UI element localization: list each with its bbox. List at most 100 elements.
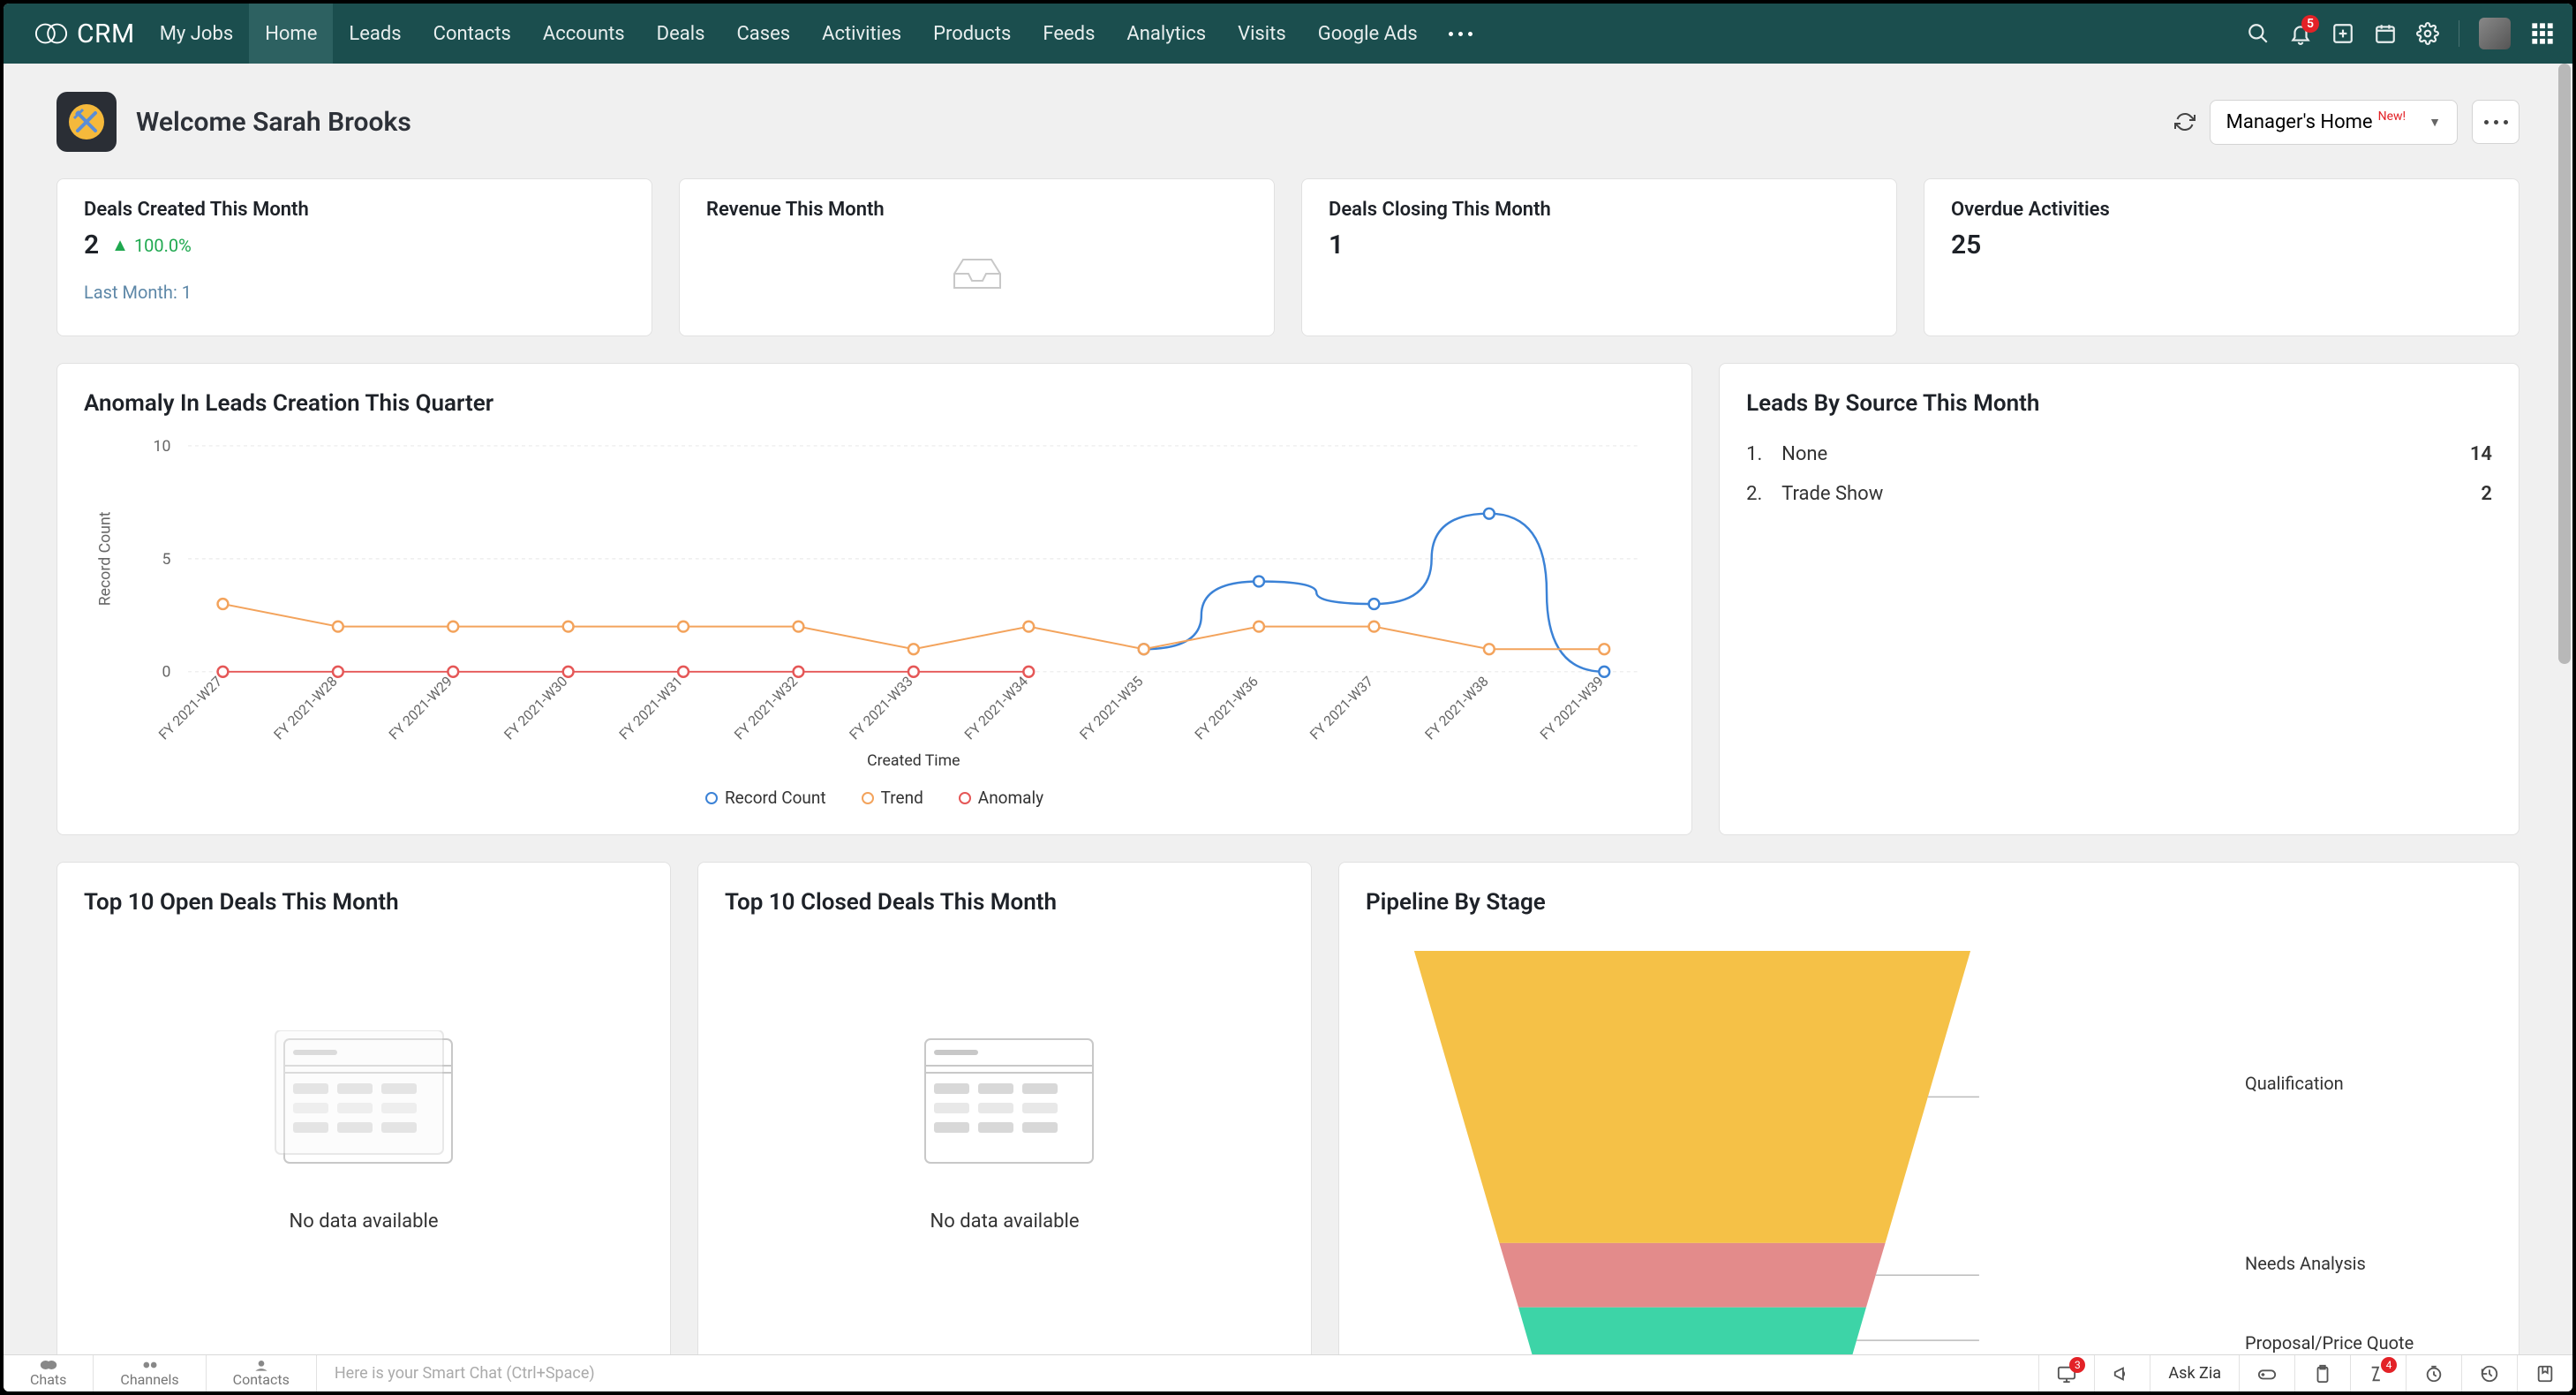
leads-row[interactable]: 1.None14 (1746, 434, 2492, 474)
card-title: Leads By Source This Month (1746, 390, 2492, 417)
bb-clipboard-icon[interactable] (2294, 1355, 2350, 1391)
card-title: Top 10 Closed Deals This Month (725, 889, 1057, 916)
anomaly-card: Anomaly In Leads Creation This Quarter 0… (56, 363, 1692, 835)
svg-text:Record Count: Record Count (97, 511, 115, 606)
svg-text:FY 2021-W29: FY 2021-W29 (386, 673, 456, 743)
funnel-chart[interactable]: Qualification Needs Analysis Proposal/Pric… (1366, 933, 2492, 1354)
no-data-text: No data available (290, 1210, 439, 1233)
svg-text:FY 2021-W34: FY 2021-W34 (961, 673, 1032, 743)
bb-channels[interactable]: Channels (94, 1355, 206, 1391)
bb-ask-zia[interactable]: Ask Zia (2150, 1355, 2239, 1391)
bb-zia-icon[interactable]: 4 (2350, 1355, 2406, 1391)
no-data-text: No data available (930, 1210, 1080, 1233)
svg-text:FY 2021-W37: FY 2021-W37 (1307, 673, 1377, 743)
legend-anomaly: Anomaly (959, 788, 1043, 808)
nav-feeds[interactable]: Feeds (1027, 4, 1111, 64)
smart-chat-hint[interactable]: Here is your Smart Chat (Ctrl+Space) (317, 1364, 613, 1383)
svg-text:FY 2021-W32: FY 2021-W32 (731, 673, 802, 743)
bb-history-icon[interactable] (2461, 1355, 2517, 1391)
page-title: Welcome Sarah Brooks (136, 107, 411, 138)
kpi-title: Revenue This Month (706, 199, 1247, 221)
bb-game-icon[interactable] (2239, 1355, 2294, 1391)
svg-text:FY 2021-W31: FY 2021-W31 (615, 673, 685, 743)
leads-source-card: Leads By Source This Month 1.None142.Tra… (1719, 363, 2520, 835)
kpi-value: 25 (1951, 230, 2492, 260)
kpi-deals-created[interactable]: Deals Created This Month 2 ▲ 100.0% Last… (56, 178, 652, 336)
home-selector[interactable]: Manager's Home New! ▼ (2210, 100, 2458, 145)
apps-icon[interactable] (2530, 21, 2555, 46)
brand-text: CRM (77, 19, 135, 49)
kpi-revenue[interactable]: Revenue This Month (679, 178, 1275, 336)
svg-text:FY 2021-W36: FY 2021-W36 (1191, 673, 1262, 743)
svg-text:FY 2021-W33: FY 2021-W33 (846, 673, 915, 743)
bb-announce-icon[interactable] (2094, 1355, 2150, 1391)
kpi-sub: Last Month: 1 (84, 282, 625, 303)
refresh-icon[interactable] (2174, 111, 2196, 132)
leads-row[interactable]: 2.Trade Show2 (1746, 474, 2492, 514)
kpi-overdue[interactable]: Overdue Activities 25 (1924, 178, 2520, 336)
nav-accounts[interactable]: Accounts (527, 4, 641, 64)
gear-icon[interactable] (2416, 22, 2439, 45)
add-icon[interactable] (2331, 22, 2354, 45)
nav-more[interactable] (1434, 4, 1488, 64)
empty-table-icon (908, 1030, 1102, 1172)
kpi-value: 2 (84, 230, 99, 260)
kpi-delta: ▲ 100.0% (111, 234, 192, 256)
kpi-title: Overdue Activities (1951, 199, 2492, 221)
bell-icon[interactable]: 5 (2289, 22, 2312, 45)
nav-home[interactable]: Home (249, 4, 333, 64)
logo-icon (34, 22, 68, 45)
calendar-icon[interactable] (2374, 22, 2397, 45)
nav-leads[interactable]: Leads (333, 4, 417, 64)
bb-bookmark-icon[interactable] (2517, 1355, 2572, 1391)
bb-badge: 3 (2069, 1357, 2085, 1373)
nav-products[interactable]: Products (917, 4, 1027, 64)
nav-cases[interactable]: Cases (720, 4, 806, 64)
svg-text:Created Time: Created Time (867, 752, 960, 770)
svg-text:0: 0 (162, 664, 170, 682)
svg-text:FY 2021-W35: FY 2021-W35 (1076, 673, 1147, 743)
svg-text:FY 2021-W28: FY 2021-W28 (270, 673, 340, 743)
card-title: Top 10 Open Deals This Month (84, 889, 399, 916)
funnel-stage-label: Needs Analysis (2245, 1253, 2366, 1274)
more-button[interactable] (2472, 100, 2520, 144)
nav-analytics[interactable]: Analytics (1111, 4, 1222, 64)
kpi-deals-closing[interactable]: Deals Closing This Month 1 (1301, 178, 1897, 336)
welcome-bar: Welcome Sarah Brooks Manager's Home New!… (4, 64, 2572, 178)
nav-googleads[interactable]: Google Ads (1302, 4, 1434, 64)
logo[interactable]: CRM (4, 19, 144, 49)
svg-text:FY 2021-W27: FY 2021-W27 (155, 673, 226, 743)
chart-legend: Record Count Trend Anomaly (84, 788, 1665, 808)
bb-contacts[interactable]: Contacts (207, 1355, 317, 1391)
nav-activities[interactable]: Activities (806, 4, 917, 64)
nav-myjobs[interactable]: My Jobs (144, 4, 249, 64)
legend-record-count: Record Count (705, 788, 826, 808)
new-tag: New! (2378, 109, 2407, 124)
welcome-icon (56, 92, 117, 152)
nav-deals[interactable]: Deals (641, 4, 721, 64)
top-nav: CRM My Jobs Home Leads Contacts Accounts… (4, 4, 2572, 64)
kpi-title: Deals Created This Month (84, 199, 625, 221)
bb-clock-icon[interactable] (2406, 1355, 2461, 1391)
svg-text:FY 2021-W30: FY 2021-W30 (501, 673, 570, 743)
avatar[interactable] (2479, 18, 2511, 49)
svg-text:10: 10 (154, 438, 171, 456)
nav-visits[interactable]: Visits (1222, 4, 1302, 64)
nav-contacts[interactable]: Contacts (418, 4, 527, 64)
funnel-stage-label: Qualification (2245, 1073, 2344, 1094)
anomaly-chart[interactable]: 0 5 10 Record Count FY 2021-W27 FY 2021-W28 FY… (84, 434, 1665, 779)
empty-table-icon (267, 1030, 461, 1172)
svg-text:5: 5 (162, 551, 170, 569)
funnel-stage-label: Proposal/Price Quote (2245, 1332, 2414, 1354)
scrollbar[interactable] (2557, 64, 2572, 1354)
svg-text:FY 2021-W39: FY 2021-W39 (1537, 673, 1607, 743)
card-title: Anomaly In Leads Creation This Quarter (84, 390, 1665, 417)
bb-chats[interactable]: Chats (4, 1355, 94, 1391)
bb-monitor-icon[interactable]: 3 (2038, 1355, 2094, 1391)
kpi-row: Deals Created This Month 2 ▲ 100.0% Last… (4, 178, 2572, 363)
card-title: Pipeline By Stage (1366, 889, 2492, 916)
kpi-value: 1 (1329, 230, 1870, 260)
svg-text:FY 2021-W38: FY 2021-W38 (1421, 673, 1491, 743)
chevron-down-icon: ▼ (2429, 115, 2441, 130)
search-icon[interactable] (2247, 22, 2270, 45)
